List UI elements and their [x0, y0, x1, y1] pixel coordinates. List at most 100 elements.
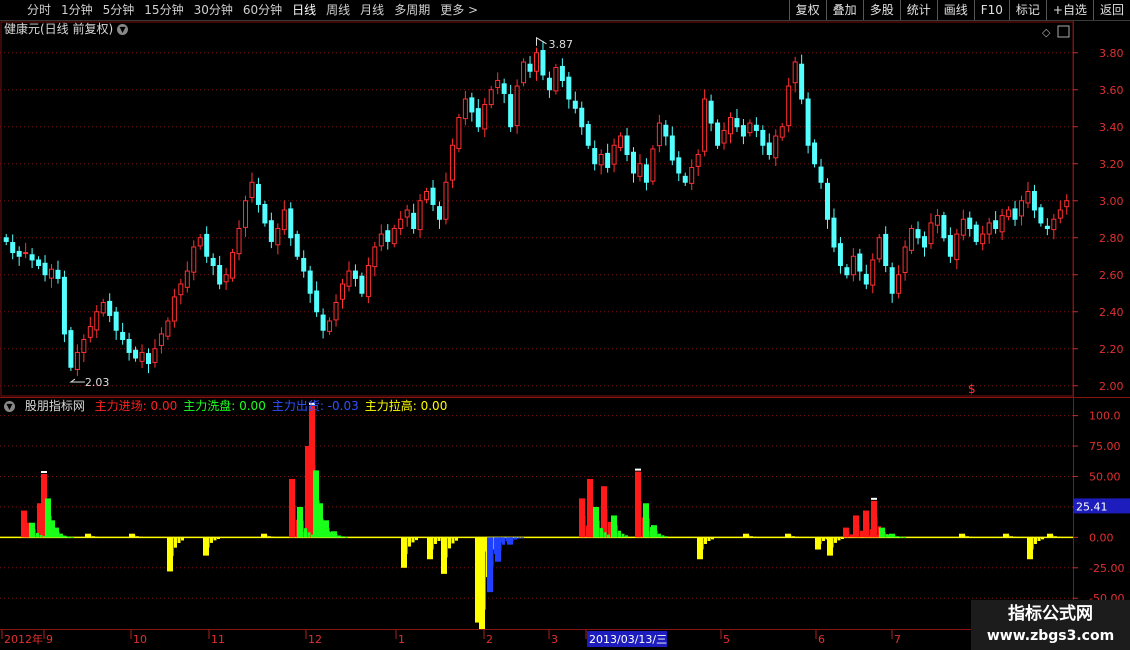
indicator-bar — [437, 537, 441, 541]
tab-timeframe-2[interactable]: 5分钟 — [98, 0, 140, 20]
candle-body — [178, 283, 184, 296]
indicator-bar — [1037, 537, 1041, 541]
candle-body — [314, 290, 320, 313]
candle-body — [437, 206, 442, 220]
indicator-bar — [757, 537, 760, 539]
indicator-bar — [607, 534, 610, 538]
toolbar-button-0[interactable]: 复权 — [788, 0, 826, 20]
candle-body — [327, 320, 333, 332]
candle-body — [1044, 225, 1050, 229]
candle-body — [1025, 191, 1031, 204]
candle-body — [1038, 207, 1044, 224]
toolbar-button-8[interactable]: 返回 — [1092, 0, 1130, 20]
candle-body — [844, 267, 850, 276]
candle-body — [598, 154, 604, 166]
candle-body — [779, 126, 785, 138]
candlestick-chart[interactable]: 3.80 3.60 3.40 3.20 3.00 2.80 2.60 2.40 2.20 2.00… — [0, 21, 1130, 397]
candle-body — [204, 233, 210, 257]
indicator-bar — [750, 536, 753, 538]
candle-body — [191, 246, 197, 273]
watermark-url: www.zbgs3.com — [986, 628, 1115, 644]
indicator-bar — [521, 537, 524, 539]
toolbar-button-2[interactable]: 多股 — [862, 0, 900, 20]
candle-body — [469, 97, 475, 113]
candle-body — [281, 209, 287, 231]
indicator-bar — [206, 537, 210, 548]
indicator-bar — [1030, 537, 1034, 550]
candle-body — [534, 52, 539, 72]
tab-timeframe-10[interactable]: 更多 > — [435, 0, 483, 20]
tab-timeframe-0[interactable]: 分时 — [22, 0, 56, 20]
diamond-icon[interactable]: ◇ — [1042, 26, 1051, 39]
candle-body — [922, 236, 927, 248]
indicator-bar — [841, 537, 844, 540]
stock-label: 健康元(日线 前复权) — [4, 22, 114, 36]
price-tick-label: 2.60 — [1099, 269, 1124, 282]
candle-body — [999, 215, 1005, 233]
price-tick-label: 3.40 — [1099, 121, 1124, 134]
candle-body — [831, 217, 837, 248]
toolbar-button-4[interactable]: 画线 — [936, 0, 974, 20]
candle-body — [443, 181, 449, 220]
candle-body — [1051, 218, 1057, 231]
tab-timeframe-4[interactable]: 30分钟 — [189, 0, 238, 20]
tab-timeframe-5[interactable]: 60分钟 — [238, 0, 287, 20]
tab-timeframe-3[interactable]: 15分钟 — [139, 0, 188, 20]
indicator-tick-label: 100.0 — [1089, 410, 1121, 423]
toolbar-button-7[interactable]: +自选 — [1045, 0, 1093, 20]
toolbar-button-5[interactable]: F10 — [973, 0, 1009, 20]
candle-body — [605, 152, 611, 168]
candle-body — [669, 135, 675, 161]
candle-body — [1019, 200, 1024, 217]
candle-body — [417, 200, 423, 231]
candle-body — [1031, 191, 1037, 211]
indicator-bar — [837, 537, 841, 541]
indicator-peak-marker — [41, 471, 47, 474]
candle-body — [980, 233, 986, 245]
toolbar-button-6[interactable]: 标记 — [1008, 0, 1046, 20]
candle-body — [1057, 209, 1063, 219]
date-label: 10 — [133, 633, 147, 646]
candle-body — [986, 222, 992, 235]
candle-body — [967, 217, 973, 229]
candle-body — [320, 314, 326, 331]
candle-body — [825, 182, 830, 220]
tab-timeframe-6[interactable]: 日线 — [287, 0, 321, 20]
candle-body — [352, 270, 358, 279]
tab-timeframe-8[interactable]: 月线 — [355, 0, 389, 20]
indicator-bar — [625, 535, 628, 538]
indicator-bar — [621, 533, 625, 538]
candle-body — [449, 144, 455, 181]
indicator-bar — [271, 536, 275, 538]
candle-body — [540, 50, 546, 76]
toolbar-button-3[interactable]: 统计 — [899, 0, 937, 20]
indicator-bar — [64, 536, 67, 538]
candle-body — [889, 267, 895, 294]
chevron-down-icon[interactable]: ▼ — [4, 401, 15, 412]
indicator-bar — [404, 537, 408, 555]
indicator-title: ▼ 股朋指标网 主力进场: 0.00 主力洗盘: 0.00 主力出货: -0.03 主… — [4, 398, 459, 414]
price-tick-label: 2.00 — [1099, 380, 1124, 393]
indicator-bar — [502, 537, 505, 545]
candle-body — [553, 67, 559, 92]
high-label: 3.87 — [549, 38, 574, 51]
indicator-bar — [646, 518, 650, 538]
indicator-bar — [596, 520, 600, 538]
candle-body — [689, 166, 695, 184]
candle-body — [16, 250, 22, 257]
candle-body — [359, 275, 365, 294]
candle-body — [960, 218, 966, 236]
price-tick-label: 2.40 — [1099, 306, 1124, 319]
indicator-tick-label: -25.00 — [1089, 562, 1124, 575]
tab-timeframe-7[interactable]: 周线 — [321, 0, 355, 20]
indicator-chart[interactable]: 100.075.0050.0025.000.00-25.00-50.0025.4… — [0, 397, 1130, 629]
tab-timeframe-1[interactable]: 1分钟 — [56, 0, 98, 20]
toolbar-button-1[interactable]: 叠加 — [825, 0, 863, 20]
indicator-bar — [268, 536, 271, 538]
candle-body — [708, 100, 714, 124]
indicator-bar — [866, 522, 870, 538]
chevron-down-icon[interactable]: ▼ — [117, 24, 129, 35]
indicator-bar — [969, 536, 973, 538]
tab-timeframe-9[interactable]: 多周期 — [389, 0, 435, 20]
candle-body — [301, 257, 307, 272]
